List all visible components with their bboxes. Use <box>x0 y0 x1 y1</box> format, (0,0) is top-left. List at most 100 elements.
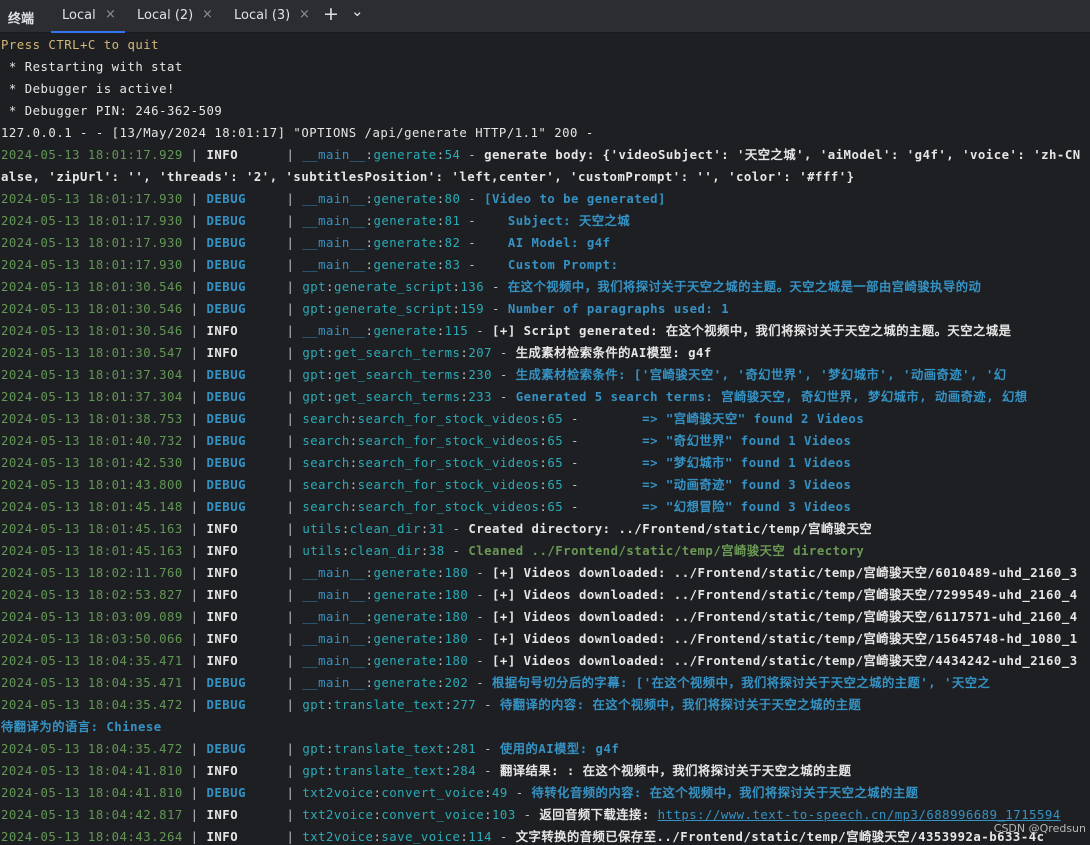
log-lineno: 80 <box>444 192 461 206</box>
log-lineno: 281 <box>452 742 477 756</box>
log-line: 2024-05-13 18:01:17.929 | INFO | __main__… <box>0 144 1090 166</box>
log-level: INFO <box>206 830 239 844</box>
log-timestamp: 2024-05-13 18:04:35.471 <box>1 654 183 668</box>
log-module: gpt <box>302 390 327 404</box>
console-line: * Restarting with stat <box>0 56 1090 78</box>
log-function: save_voice <box>381 830 461 844</box>
log-line: 待翻译为的语言: Chinese <box>0 716 1090 738</box>
console-text: Press CTRL+C to quit <box>1 38 160 52</box>
log-lineno: 115 <box>444 324 469 338</box>
log-message: [+] Videos downloaded: ../Frontend/stati… <box>492 610 1078 624</box>
log-level: DEBUG <box>206 236 247 250</box>
log-line: 2024-05-13 18:01:30.546 | DEBUG | gpt:gen… <box>0 276 1090 298</box>
log-function: search_for_stock_videos <box>357 456 540 470</box>
log-level: DEBUG <box>206 302 247 316</box>
log-message: [+] Videos downloaded: ../Frontend/stati… <box>492 566 1078 580</box>
log-module: gpt <box>302 764 327 778</box>
log-timestamp: 2024-05-13 18:01:45.148 <box>1 500 183 514</box>
log-level: DEBUG <box>206 456 247 470</box>
log-level: DEBUG <box>206 698 247 712</box>
log-lineno: 284 <box>452 764 477 778</box>
log-module: txt2voice <box>302 786 374 800</box>
log-message: Cleaned ../Frontend/static/temp/宫崎骏天空 di… <box>468 544 865 558</box>
log-lineno: 65 <box>547 456 564 470</box>
log-line: 2024-05-13 18:04:42.817 | INFO | txt2voic… <box>0 804 1090 826</box>
terminal-title: 终端 <box>8 12 35 27</box>
log-timestamp: 2024-05-13 18:01:30.546 <box>1 280 183 294</box>
log-message: [+] Videos downloaded: ../Frontend/stati… <box>492 632 1078 646</box>
tab-local-2[interactable]: Local (2) × <box>126 0 222 33</box>
log-lineno: 233 <box>468 390 493 404</box>
log-module: search <box>302 456 350 470</box>
log-timestamp: 2024-05-13 18:04:43.264 <box>1 830 183 844</box>
log-module: __main__ <box>302 566 366 580</box>
log-line: 2024-05-13 18:01:17.930 | DEBUG | __main_… <box>0 210 1090 232</box>
log-function: search_for_stock_videos <box>357 434 540 448</box>
log-message: 生成素材检索条件: ['宫崎骏天空', '奇幻世界', '梦幻城市', '动画奇… <box>515 368 1007 382</box>
log-level: INFO <box>206 566 239 580</box>
log-module: gpt <box>302 368 327 382</box>
log-timestamp: 2024-05-13 18:01:30.546 <box>1 302 183 316</box>
log-function: generate_script <box>333 280 453 294</box>
log-message: => "梦幻城市" found 1 Videos <box>586 456 852 470</box>
log-lineno: 159 <box>460 302 485 316</box>
log-message: 待转化音频的内容: 在这个视频中，我们将探讨关于天空之城的主题 <box>531 786 919 800</box>
log-function: convert_voice <box>381 786 485 800</box>
log-function: get_search_terms <box>333 346 461 360</box>
close-icon[interactable]: × <box>299 7 310 22</box>
log-line: 2024-05-13 18:01:17.930 | DEBUG | __main_… <box>0 232 1090 254</box>
log-message: 文字转换的音频已保存至../Frontend/static/temp/宫崎骏天空… <box>515 830 1045 844</box>
log-timestamp: 2024-05-13 18:03:09.089 <box>1 610 183 624</box>
log-timestamp: 2024-05-13 18:04:35.472 <box>1 698 183 712</box>
log-link[interactable]: https://www.text-to-speech.cn/mp3/688996… <box>658 808 1061 822</box>
log-lineno: 180 <box>444 654 469 668</box>
log-message: [Video to be generated] <box>484 192 666 206</box>
log-function: convert_voice <box>381 808 485 822</box>
log-module: search <box>302 500 350 514</box>
log-message: Created directory: ../Frontend/static/te… <box>468 522 873 536</box>
log-level: INFO <box>206 544 239 558</box>
tab-local-3[interactable]: Local (3) × <box>223 0 319 33</box>
log-line: 2024-05-13 18:02:11.760 | INFO | __main__… <box>0 562 1090 584</box>
log-line: 2024-05-13 18:01:45.163 | INFO | utils:cl… <box>0 518 1090 540</box>
log-lineno: 114 <box>468 830 493 844</box>
log-line: 2024-05-13 18:02:53.827 | INFO | __main__… <box>0 584 1090 606</box>
log-message: 翻译结果: : 在这个视频中，我们将探讨关于天空之城的主题 <box>499 764 852 778</box>
log-timestamp: 2024-05-13 18:01:17.930 <box>1 192 183 206</box>
log-module: gpt <box>302 346 327 360</box>
tab-local[interactable]: Local × <box>51 0 125 33</box>
close-icon[interactable]: × <box>202 7 213 22</box>
log-message: Generated 5 search terms: 宫崎骏天空, 奇幻世界, 梦… <box>515 390 1028 404</box>
chevron-down-icon[interactable]: ⌄ <box>351 2 364 20</box>
log-lineno: 180 <box>444 610 469 624</box>
log-level: DEBUG <box>206 258 247 272</box>
log-lineno: 136 <box>460 280 485 294</box>
log-continuation: 待翻译为的语言: Chinese <box>1 720 162 734</box>
log-function: clean_dir <box>349 522 421 536</box>
close-icon[interactable]: × <box>105 7 116 22</box>
log-line: alse, 'zipUrl': '', 'threads': '2', 'sub… <box>0 166 1090 188</box>
log-timestamp: 2024-05-13 18:02:11.760 <box>1 566 183 580</box>
log-lineno: 82 <box>444 236 461 250</box>
log-lineno: 49 <box>492 786 508 800</box>
log-lineno: 54 <box>444 148 461 162</box>
log-module: __main__ <box>302 654 366 668</box>
watermark: CSDN @Qredsun <box>993 822 1086 835</box>
console-text: * Restarting with stat <box>1 60 183 74</box>
log-level: INFO <box>206 588 239 602</box>
log-message: Subject: 天空之城 <box>484 214 631 228</box>
log-timestamp: 2024-05-13 18:01:17.930 <box>1 236 183 250</box>
console-text: * Debugger PIN: 246-362-509 <box>1 104 223 118</box>
log-lineno: 277 <box>452 698 477 712</box>
log-message: => "宫崎骏天空" found 2 Videos <box>586 412 865 426</box>
log-line: 2024-05-13 18:03:09.089 | INFO | __main__… <box>0 606 1090 628</box>
log-function: generate <box>373 654 437 668</box>
log-function: generate <box>373 148 437 162</box>
tab-label: Local (3) <box>234 8 291 23</box>
log-timestamp: 2024-05-13 18:01:17.930 <box>1 258 183 272</box>
log-function: generate <box>373 588 437 602</box>
add-tab-icon[interactable]: + <box>323 3 339 25</box>
log-module: utils <box>302 522 342 536</box>
terminal-output[interactable]: Press CTRL+C to quit * Restarting with s… <box>0 34 1090 845</box>
log-function: translate_text <box>333 742 445 756</box>
